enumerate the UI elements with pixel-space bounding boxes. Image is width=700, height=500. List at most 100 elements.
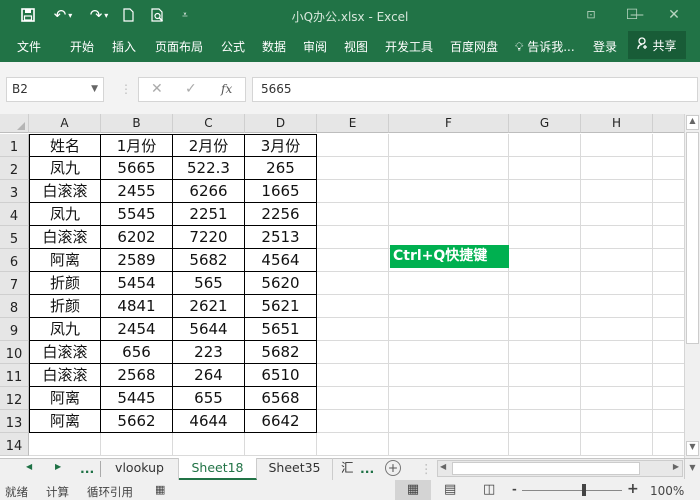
table-cell[interactable]: 5665 [101,157,173,180]
tab-developer[interactable]: 开发工具 [385,38,433,55]
empty-cell[interactable] [581,249,653,272]
empty-cell[interactable] [653,318,684,341]
tab-insert[interactable]: 插入 [112,38,136,55]
table-cell[interactable]: 4564 [245,249,317,272]
empty-cell[interactable] [509,387,581,410]
table-cell[interactable]: 阿离 [29,410,101,433]
table-cell[interactable]: 阿离 [29,387,101,410]
table-cell[interactable]: 5682 [173,249,245,272]
empty-cell[interactable] [317,226,389,249]
table-cell[interactable]: 565 [173,272,245,295]
empty-cell[interactable] [509,180,581,203]
table-header-cell[interactable]: 3月份 [245,134,317,157]
table-cell[interactable]: 5644 [173,318,245,341]
table-cell[interactable]: 白滚滚 [29,341,101,364]
cancel-icon[interactable]: ✕ [151,81,163,97]
empty-cell[interactable] [389,272,509,295]
tab-home[interactable]: 开始 [70,38,94,55]
row-header-14[interactable]: 14 [0,433,29,456]
tab-scroll-left-icon[interactable]: ◀ [26,462,32,471]
table-cell[interactable]: 6266 [173,180,245,203]
row-header-6[interactable]: 6 [0,249,29,272]
shortcut-label-cell[interactable]: Ctrl+Q快捷键 [390,245,509,268]
empty-cell[interactable] [389,341,509,364]
table-cell[interactable]: 2513 [245,226,317,249]
empty-cell[interactable] [653,295,684,318]
zoom-out-icon[interactable]: - [512,482,517,496]
empty-cell[interactable] [581,226,653,249]
empty-cell[interactable] [509,226,581,249]
table-cell[interactable]: 5620 [245,272,317,295]
tab-formulas[interactable]: 公式 [221,38,245,55]
hscroll-left-icon[interactable]: ◀ [440,462,446,471]
table-cell[interactable]: 2251 [173,203,245,226]
zoom-slider-thumb[interactable] [582,484,587,496]
empty-cell[interactable] [389,433,509,456]
empty-cell[interactable] [317,318,389,341]
empty-cell[interactable] [317,180,389,203]
empty-cell[interactable] [389,157,509,180]
row-header-4[interactable]: 4 [0,203,29,226]
table-cell[interactable]: 2621 [173,295,245,318]
table-cell[interactable]: 2454 [101,318,173,341]
empty-cell[interactable] [245,433,317,456]
table-cell[interactable]: 264 [173,364,245,387]
table-cell[interactable]: 凤九 [29,203,101,226]
empty-cell[interactable] [653,226,684,249]
empty-cell[interactable] [509,410,581,433]
table-cell[interactable]: 5621 [245,295,317,318]
ribbon-display-icon[interactable]: ⊡ [578,4,604,26]
column-header-f[interactable]: F [389,114,509,133]
tab-page-layout[interactable]: 页面布局 [155,38,203,55]
page-break-view-icon[interactable]: ◫ [483,482,495,497]
table-cell[interactable]: 265 [245,157,317,180]
table-cell[interactable]: 凤九 [29,318,101,341]
empty-cell[interactable] [317,157,389,180]
table-cell[interactable]: 655 [173,387,245,410]
empty-cell[interactable] [317,341,389,364]
row-header-10[interactable]: 10 [0,341,29,364]
table-cell[interactable]: 5651 [245,318,317,341]
hscroll-thumb[interactable] [452,462,640,475]
tab-file[interactable]: 文件 [17,38,41,55]
empty-cell[interactable] [29,433,101,456]
empty-cell[interactable] [389,387,509,410]
table-cell[interactable]: 223 [173,341,245,364]
insert-function-icon[interactable]: fx [221,82,232,96]
normal-view-icon[interactable]: ▦ [395,480,431,500]
empty-cell[interactable] [581,272,653,295]
table-cell[interactable]: 2589 [101,249,173,272]
empty-cell[interactable] [389,295,509,318]
table-cell[interactable]: 阿离 [29,249,101,272]
scroll-down-corner-icon[interactable]: ▼ [684,459,700,479]
table-cell[interactable]: 1665 [245,180,317,203]
table-cell[interactable]: 5682 [245,341,317,364]
empty-cell[interactable] [581,203,653,226]
column-header-i[interactable] [653,114,684,133]
empty-cell[interactable] [389,180,509,203]
empty-cell[interactable] [581,387,653,410]
column-header-b[interactable]: B [101,114,173,133]
scroll-up-icon[interactable]: ▲ [686,115,699,130]
sheet-tab-vlookup[interactable]: vlookup [101,458,179,480]
empty-cell[interactable] [317,387,389,410]
close-icon[interactable]: ✕ [661,4,687,26]
empty-cell[interactable] [317,203,389,226]
empty-cell[interactable] [509,364,581,387]
table-cell[interactable]: 4644 [173,410,245,433]
add-sheet-icon[interactable]: + [385,460,401,476]
column-header-c[interactable]: C [173,114,245,133]
empty-cell[interactable] [653,249,684,272]
table-cell[interactable]: 2256 [245,203,317,226]
empty-cell[interactable] [317,364,389,387]
split-handle[interactable]: ⋮ [420,461,433,476]
column-header-g[interactable]: G [509,114,581,133]
table-cell[interactable]: 5445 [101,387,173,410]
zoom-level[interactable]: 100% [650,484,684,498]
formula-input[interactable]: 5665 [252,77,698,102]
sheet-tab-partial[interactable]: 汇 [333,458,353,480]
table-cell[interactable]: 7220 [173,226,245,249]
table-cell[interactable]: 6510 [245,364,317,387]
empty-cell[interactable] [509,318,581,341]
empty-cell[interactable] [581,134,653,157]
